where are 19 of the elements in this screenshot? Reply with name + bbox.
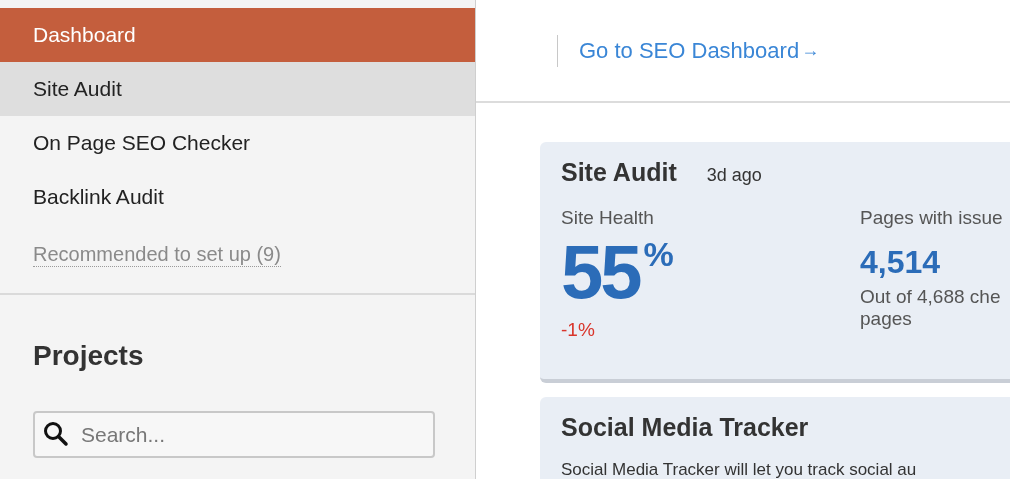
nav-item[interactable]: Backlink Audit [0, 170, 475, 224]
search-field[interactable]: Search... [33, 411, 435, 458]
metric-value: 4,514 [860, 243, 942, 282]
section-title: Projects [32, 339, 145, 373]
seo-dashboard-link[interactable]: Go to SEO Dashboard→ [579, 34, 820, 67]
card-title: Site Audit [561, 157, 677, 188]
card-title: Social Media Tracker [561, 412, 810, 443]
metric-label: Site Health [561, 205, 655, 230]
metric-value: 55 [561, 234, 640, 310]
metric-label: Pages with issue [860, 205, 1003, 230]
percent-sign: % [643, 234, 674, 274]
updated-time: 3d ago [706, 164, 762, 187]
card-description: Social Media Tracker will let you track social au [561, 458, 918, 479]
nav-item[interactable]: Site Audit [0, 62, 475, 116]
metric-note: Out of 4,688 che pages [860, 286, 1002, 330]
search-icon [43, 421, 69, 447]
nav-item[interactable]: Dashboard [0, 8, 475, 62]
change-value: -1% [561, 318, 596, 342]
nav-item[interactable]: On Page SEO Checker [0, 116, 475, 170]
